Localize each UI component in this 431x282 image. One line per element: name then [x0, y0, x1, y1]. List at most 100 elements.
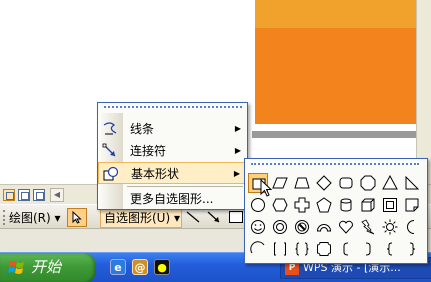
rectangle-tool-button[interactable] [229, 211, 243, 223]
menu-item-basic-shapes-label: 基本形状 [131, 167, 180, 181]
parallelogram-icon [272, 177, 288, 189]
folded-corner-icon [405, 198, 419, 212]
no-symbol-icon [295, 220, 309, 234]
shape-cross-button[interactable] [292, 195, 312, 215]
qq-icon[interactable]: ● [154, 259, 170, 275]
windows-logo-icon [8, 261, 24, 274]
right-triangle-icon [405, 175, 420, 190]
draw-menu-label: 绘图(R) [9, 211, 51, 225]
slideshow-view-button[interactable] [33, 189, 45, 201]
shape-sun-button[interactable] [380, 217, 400, 237]
shape-octagon-button[interactable] [358, 173, 378, 193]
arc-icon [250, 241, 265, 254]
shape-rounded-rectangle-button[interactable] [336, 173, 356, 193]
shape-isosceles-triangle-button[interactable] [380, 173, 400, 193]
shape-left-bracket-button[interactable] [336, 239, 356, 259]
shape-pentagon-button[interactable] [314, 195, 334, 215]
slide-sorter-view-button[interactable] [18, 189, 30, 201]
menu-item-more-autoshapes[interactable]: 更多自选图形... [98, 188, 247, 210]
lightning-bolt-icon [361, 219, 375, 235]
sun-icon [382, 219, 398, 235]
shape-right-triangle-button[interactable] [402, 173, 422, 193]
slide-orange-band-top [255, 0, 431, 28]
menu-drag-grip[interactable] [104, 106, 242, 109]
basic-shapes-icon [103, 166, 119, 182]
submenu-arrow-icon: ▶ [233, 169, 240, 178]
shape-arc-button[interactable] [248, 239, 268, 259]
shape-diamond-button[interactable] [314, 173, 334, 193]
moon-icon [407, 220, 415, 234]
shapes-grid [248, 173, 424, 263]
line-tool-button[interactable] [184, 209, 202, 227]
start-button[interactable]: 开始 [0, 253, 96, 282]
slide-vertical-scrollbar[interactable] [416, 0, 431, 184]
start-label: 开始 [31, 258, 62, 276]
shape-parallelogram-button[interactable] [270, 173, 290, 193]
shape-smiley-face-button[interactable] [248, 217, 268, 237]
autoshapes-menu: 线条 ▶ 连接符 ▶ 基本形状 ▶ 更多自选图形... [97, 102, 248, 210]
shape-can-button[interactable] [336, 195, 356, 215]
menu-item-basic-shapes[interactable]: 基本形状 ▶ [98, 162, 247, 184]
submenu-arrow-icon: ▶ [234, 124, 241, 133]
shape-plaque-button[interactable] [314, 239, 334, 259]
heart-icon [339, 220, 353, 234]
shape-lightning-bolt-button[interactable] [358, 217, 378, 237]
plaque-icon [317, 242, 331, 256]
select-objects-button[interactable] [67, 208, 87, 227]
shape-oval-button[interactable] [248, 195, 268, 215]
rounded-rectangle-icon [339, 177, 353, 189]
submenu-arrow-icon: ▶ [234, 146, 241, 155]
isosceles-triangle-icon [382, 175, 398, 190]
toolbar-grip[interactable] [3, 210, 6, 225]
shape-donut-button[interactable] [270, 217, 290, 237]
shape-cube-button[interactable] [358, 195, 378, 215]
shape-no-symbol-button[interactable] [292, 217, 312, 237]
shape-bevel-button[interactable] [380, 195, 400, 215]
connectors-icon [102, 143, 118, 159]
oval-icon [251, 198, 265, 212]
right-bracket-icon [365, 242, 371, 256]
basic-shapes-palette [244, 158, 428, 264]
cross-icon [294, 197, 310, 213]
normal-view-button[interactable] [3, 189, 15, 201]
shape-trapezoid-button[interactable] [292, 173, 312, 193]
menu-item-more-label: 更多自选图形... [130, 192, 214, 206]
slide-left-margin [0, 0, 58, 184]
left-brace-icon [386, 242, 393, 256]
outlook-express-icon[interactable]: @ [132, 259, 148, 275]
shape-left-brace-button[interactable] [380, 239, 400, 259]
autoshapes-menu-button[interactable]: 自选图形(U) ▾ [100, 208, 182, 228]
chevron-down-icon: ▾ [173, 211, 181, 225]
diamond-icon [316, 175, 332, 191]
octagon-icon [360, 175, 376, 191]
menu-item-connectors-label: 连接符 [130, 144, 167, 158]
scroll-left-icon[interactable]: ◀ [50, 188, 64, 202]
left-bracket-icon [343, 242, 349, 256]
menu-item-connectors[interactable]: 连接符 ▶ [98, 140, 247, 162]
shape-hexagon-button[interactable] [270, 195, 290, 215]
bevel-icon [383, 198, 397, 212]
menu-item-lines[interactable]: 线条 ▶ [98, 118, 247, 140]
can-icon [340, 198, 352, 212]
hexagon-icon [272, 198, 288, 212]
shape-double-bracket-button[interactable] [270, 239, 290, 259]
shape-right-brace-button[interactable] [402, 239, 422, 259]
trapezoid-icon [294, 177, 310, 189]
palette-drag-grip[interactable] [251, 163, 419, 166]
shape-heart-button[interactable] [336, 217, 356, 237]
pentagon-icon [316, 197, 332, 213]
menu-item-lines-label: 线条 [130, 122, 155, 136]
draw-menu-button[interactable]: 绘图(R) ▾ [9, 210, 61, 226]
shape-moon-button[interactable] [402, 217, 422, 237]
autoshapes-menu-label: 自选图形(U) [104, 211, 171, 225]
shape-double-brace-button[interactable] [292, 239, 312, 259]
shape-right-bracket-button[interactable] [358, 239, 378, 259]
internet-explorer-icon[interactable]: e [110, 259, 126, 275]
cube-icon [361, 198, 375, 212]
arrow-tool-button[interactable] [205, 209, 223, 227]
donut-icon [273, 220, 287, 234]
slide-orange-block[interactable] [255, 28, 431, 124]
shape-folded-corner-button[interactable] [402, 195, 422, 215]
shape-block-arc-button[interactable] [314, 217, 334, 237]
double-bracket-icon [274, 242, 286, 256]
